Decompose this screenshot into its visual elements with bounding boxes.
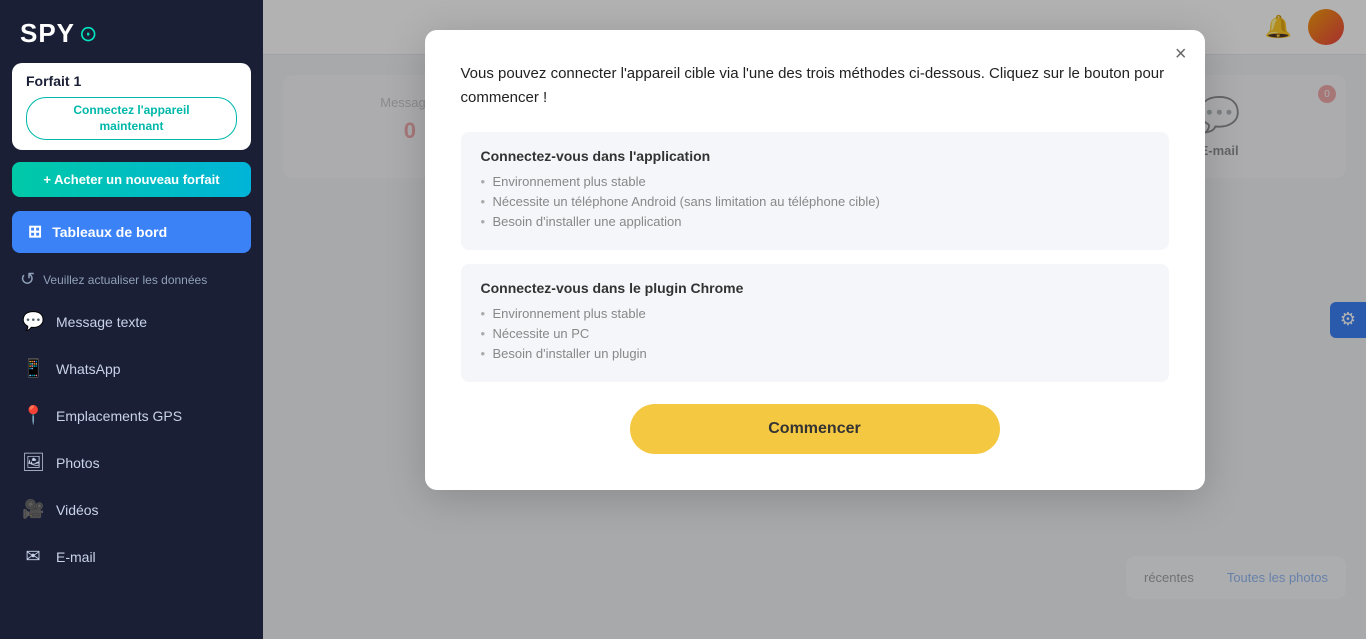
sidebar-item-email[interactable]: ✉ E-mail xyxy=(0,533,263,580)
tableaux-de-bord-button[interactable]: ⊞ Tableaux de bord xyxy=(12,211,251,253)
modal-section-app-title: Connectez-vous dans l'application xyxy=(481,148,1149,164)
sidebar-item-videos[interactable]: 🎥 Vidéos xyxy=(0,486,263,533)
modal-app-point-1: Environnement plus stable xyxy=(481,174,1149,189)
sidebar-item-label: Message texte xyxy=(56,314,147,330)
modal-section-chrome: Connectez-vous dans le plugin Chrome Env… xyxy=(461,264,1169,382)
sidebar-item-emplacements-gps[interactable]: 📍 Emplacements GPS xyxy=(0,392,263,439)
modal-section-app: Connectez-vous dans l'application Enviro… xyxy=(461,132,1169,250)
logo-text: SPY xyxy=(20,18,75,49)
sidebar: SPY ⊙ Forfait 1 Connectez l'appareil mai… xyxy=(0,0,263,639)
sidebar-logo: SPY ⊙ xyxy=(0,0,263,63)
sidebar-item-photos[interactable]: 🖼 Photos xyxy=(0,439,263,486)
emplacements-gps-icon: 📍 xyxy=(22,405,44,426)
refresh-label: Veuillez actualiser les données xyxy=(43,273,207,287)
modal-app-point-2: Nécessite un téléphone Android (sans lim… xyxy=(481,194,1149,209)
modal-section-chrome-title: Connectez-vous dans le plugin Chrome xyxy=(481,280,1149,296)
sidebar-item-label: Emplacements GPS xyxy=(56,408,182,424)
modal-app-point-3: Besoin d'installer une application xyxy=(481,214,1149,229)
modal-chrome-point-2: Nécessite un PC xyxy=(481,326,1149,341)
tableaux-label: Tableaux de bord xyxy=(52,224,167,240)
new-forfait-button[interactable]: + Acheter un nouveau forfait xyxy=(12,162,251,197)
whatsapp-icon: 📱 xyxy=(22,358,44,379)
modal-section-app-list: Environnement plus stable Nécessite un t… xyxy=(481,174,1149,229)
main-content: 🔔 Messages 0 SMS 0 GPS 0 💬 0 E-mail réce… xyxy=(263,0,1366,639)
forfait-box: Forfait 1 Connectez l'appareil maintenan… xyxy=(12,63,251,150)
modal-chrome-point-3: Besoin d'installer un plugin xyxy=(481,346,1149,361)
refresh-notice: ↺ Veuillez actualiser les données xyxy=(0,259,263,298)
modal-overlay: × Vous pouvez connecter l'appareil cible… xyxy=(263,0,1366,639)
forfait-title: Forfait 1 xyxy=(26,73,237,89)
sidebar-item-label: Vidéos xyxy=(56,502,99,518)
logo-icon: ⊙ xyxy=(79,21,97,47)
message-texte-icon: 💬 xyxy=(22,311,44,332)
sidebar-navigation: 💬 Message texte 📱 WhatsApp 📍 Emplacement… xyxy=(0,298,263,580)
connect-device-button[interactable]: Connectez l'appareil maintenant xyxy=(26,97,237,140)
sidebar-item-label: E-mail xyxy=(56,549,96,565)
refresh-icon: ↺ xyxy=(20,269,35,290)
videos-icon: 🎥 xyxy=(22,499,44,520)
connection-modal: × Vous pouvez connecter l'appareil cible… xyxy=(425,30,1205,490)
modal-close-button[interactable]: × xyxy=(1175,44,1187,64)
modal-intro-text: Vous pouvez connecter l'appareil cible v… xyxy=(461,62,1169,110)
sidebar-item-label: Photos xyxy=(56,455,100,471)
sidebar-item-message-texte[interactable]: 💬 Message texte xyxy=(0,298,263,345)
sidebar-item-label: WhatsApp xyxy=(56,361,121,377)
email-icon: ✉ xyxy=(22,546,44,567)
photos-icon: 🖼 xyxy=(22,452,44,473)
tableaux-icon: ⊞ xyxy=(28,222,42,242)
start-button[interactable]: Commencer xyxy=(630,404,1000,454)
modal-chrome-point-1: Environnement plus stable xyxy=(481,306,1149,321)
modal-section-chrome-list: Environnement plus stable Nécessite un P… xyxy=(481,306,1149,361)
sidebar-item-whatsapp[interactable]: 📱 WhatsApp xyxy=(0,345,263,392)
